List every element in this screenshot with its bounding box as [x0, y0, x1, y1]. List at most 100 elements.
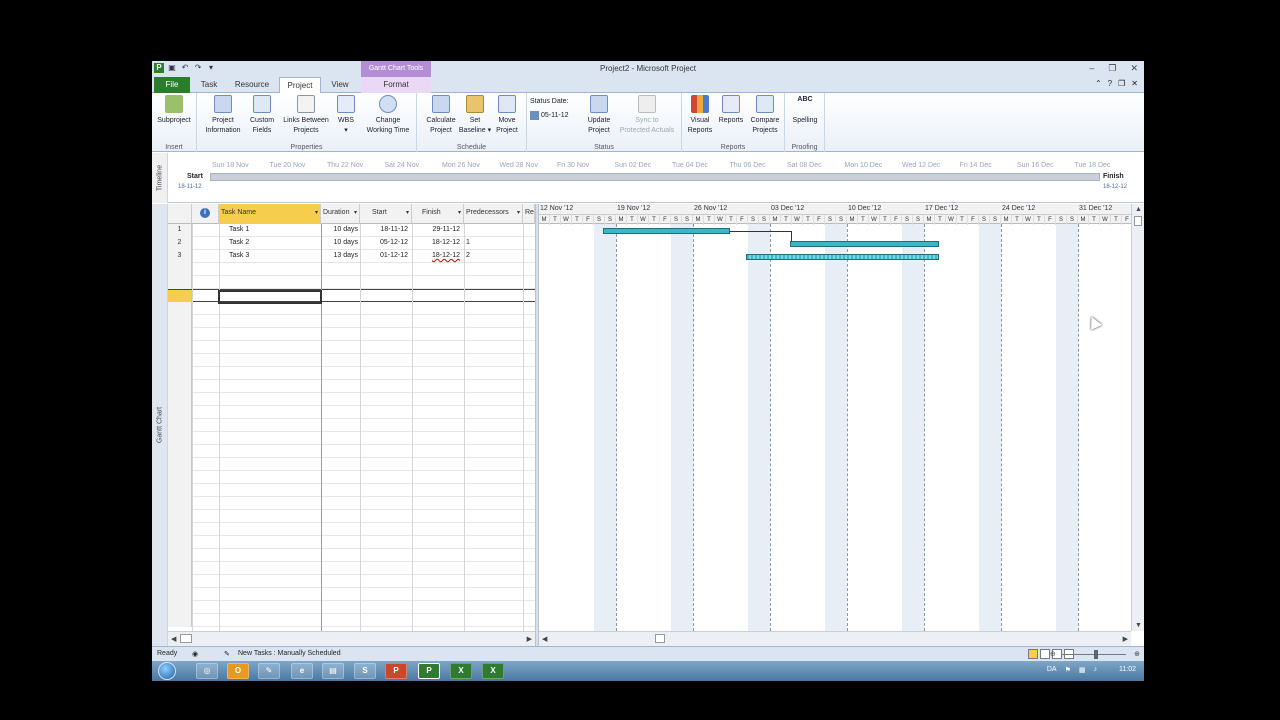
table-row[interactable] — [168, 380, 535, 393]
gantt-view-icon[interactable] — [1028, 649, 1038, 659]
move-project-button[interactable]: Move Project — [489, 95, 525, 135]
subproject-button[interactable]: Subproject — [154, 95, 194, 125]
skype-taskbar-icon[interactable]: S — [354, 663, 376, 679]
chart-scroll-left-icon[interactable]: ◀ — [542, 635, 547, 643]
chart-scroll-right-icon[interactable]: ▶ — [1123, 635, 1128, 643]
table-row[interactable] — [168, 276, 535, 289]
table-row[interactable] — [168, 588, 535, 601]
row-number[interactable] — [168, 341, 192, 354]
row-number[interactable] — [168, 419, 192, 432]
table-row[interactable] — [168, 484, 535, 497]
row-number[interactable] — [168, 276, 192, 289]
finish-cell[interactable]: 18-12-12 — [412, 250, 464, 263]
predecessors-cell[interactable]: 1 — [464, 237, 523, 250]
task-name-cell[interactable]: Task 2 — [219, 237, 321, 250]
column-header-resource[interactable]: Re — [523, 204, 535, 224]
row-number[interactable] — [168, 393, 192, 406]
table-row[interactable] — [168, 562, 535, 575]
column-header-duration[interactable]: Duration ▾ — [321, 204, 360, 224]
table-row[interactable] — [168, 263, 535, 276]
start-cell[interactable]: 01-12-12 — [360, 250, 412, 263]
gantt-chart[interactable]: 12 Nov '12 19 Nov '12 26 Nov '12 03 Dec '12… — [539, 204, 1131, 631]
chart-vertical-scrollbar[interactable]: ▲ ▼ — [1131, 204, 1144, 631]
row-number[interactable] — [168, 510, 192, 523]
grid-horizontal-scrollbar[interactable]: ◀ ▶ — [168, 631, 535, 646]
row-number[interactable] — [168, 536, 192, 549]
grid-scroll-thumb[interactable] — [180, 634, 192, 643]
status-date[interactable]: Status Date: 05-11-12 — [530, 98, 569, 120]
tab-task[interactable]: Task — [196, 77, 222, 93]
table-row[interactable] — [168, 601, 535, 614]
row-number[interactable] — [168, 445, 192, 458]
row-number[interactable] — [168, 354, 192, 367]
chart-scroll-thumb[interactable] — [655, 634, 665, 643]
table-row[interactable] — [168, 445, 535, 458]
column-header-predecessors[interactable]: Predecessors ▾ — [464, 204, 523, 224]
duration-cell[interactable]: 10 days — [321, 237, 360, 250]
tray-flag-icon[interactable]: ⚑ — [1065, 666, 1071, 674]
timeline-pane[interactable]: Timeline Sun 18 Nov Tue 20 Nov Thu 22 Nov S… — [152, 153, 1144, 203]
restore-icon[interactable]: ❐ — [1108, 63, 1116, 74]
tray-volume-icon[interactable]: ♪ — [1094, 666, 1098, 674]
predecessors-cell[interactable] — [464, 224, 523, 237]
close-icon[interactable]: ✕ — [1130, 63, 1138, 74]
language-indicator[interactable]: DA — [1047, 666, 1057, 674]
tray-network-icon[interactable]: ▦ — [1079, 666, 1086, 674]
gantt-bar[interactable] — [790, 241, 939, 247]
row-number[interactable] — [168, 458, 192, 471]
table-row[interactable] — [168, 510, 535, 523]
table-row[interactable] — [168, 406, 535, 419]
minimize-icon[interactable]: – — [1089, 63, 1094, 74]
table-row[interactable] — [168, 471, 535, 484]
table-row[interactable] — [168, 328, 535, 341]
zoom-in-icon[interactable]: ⊕ — [1134, 650, 1140, 658]
table-row[interactable] — [168, 367, 535, 380]
table-row[interactable] — [168, 614, 535, 627]
gantt-bar[interactable] — [746, 254, 939, 260]
table-row[interactable] — [168, 341, 535, 354]
duration-cell[interactable]: 10 days — [321, 224, 360, 237]
row-number[interactable] — [168, 263, 192, 276]
tab-file[interactable]: File — [154, 77, 190, 93]
links-between-projects-button[interactable]: Links Between Projects — [281, 95, 331, 135]
start-cell[interactable]: 18-11-12 — [360, 224, 412, 237]
restore-doc-icon[interactable]: ❐ — [1118, 79, 1125, 88]
finish-cell[interactable]: 29-11-12 — [412, 224, 464, 237]
grid-scroll-left-icon[interactable]: ◀ — [171, 635, 176, 643]
column-header-task-name[interactable]: Task Name ▾ — [219, 204, 321, 224]
column-header-start[interactable]: Start ▾ — [360, 204, 412, 224]
change-working-time-button[interactable]: Change Working Time — [363, 95, 413, 135]
table-row[interactable] — [168, 419, 535, 432]
row-number[interactable] — [168, 471, 192, 484]
chart-horizontal-scrollbar[interactable]: ◀ ▶ — [539, 631, 1131, 646]
select-all-header[interactable] — [168, 204, 192, 224]
finish-cell[interactable]: 18-12-12 — [412, 237, 464, 250]
column-header-finish[interactable]: Finish ▾ — [412, 204, 464, 224]
start-cell[interactable]: 05-12-12 — [360, 237, 412, 250]
reports-button[interactable]: Reports — [714, 95, 748, 125]
row-number[interactable] — [168, 588, 192, 601]
row-number[interactable] — [168, 315, 192, 328]
zoom-slider[interactable]: ⊖ ⊕ — [1050, 650, 1140, 659]
table-row[interactable]: 3 Task 3 13 days 01-12-12 18-12-12 2 — [168, 250, 535, 263]
table-row[interactable] — [168, 575, 535, 588]
table-row[interactable] — [168, 315, 535, 328]
outlook-taskbar-icon[interactable]: O — [227, 663, 249, 679]
row-number[interactable] — [168, 614, 192, 627]
notepad-taskbar-icon[interactable]: ✎ — [258, 663, 280, 679]
active-cell[interactable] — [218, 290, 322, 304]
timeline-bar[interactable] — [210, 173, 1100, 181]
new-tasks-mode[interactable]: New Tasks : Manually Scheduled — [238, 650, 341, 657]
update-project-button[interactable]: Update Project — [579, 95, 619, 135]
clock[interactable]: 11:02 — [1119, 666, 1136, 674]
row-number[interactable] — [168, 380, 192, 393]
project-information-button[interactable]: Project Information — [203, 95, 243, 135]
table-row[interactable] — [168, 523, 535, 536]
row-number[interactable] — [168, 575, 192, 588]
wbs-button[interactable]: WBS ▾ — [331, 95, 361, 135]
chrome-taskbar-icon[interactable]: ◎ — [196, 663, 218, 679]
tab-project[interactable]: Project — [279, 77, 321, 94]
excel2-taskbar-icon[interactable]: X — [482, 663, 504, 679]
task-name-cell[interactable]: Task 1 — [219, 224, 321, 237]
row-number[interactable]: 3 — [168, 250, 192, 263]
